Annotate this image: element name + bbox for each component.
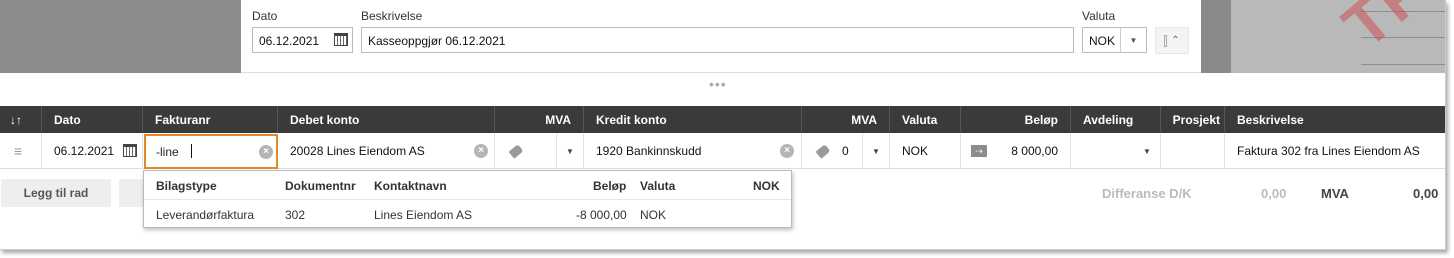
option-currency: NOK	[640, 208, 667, 222]
currency-column-header[interactable]: Valuta	[890, 106, 961, 133]
debit-vat-column-header[interactable]: MVA	[495, 106, 584, 133]
amount-value: 8 000,00	[1011, 144, 1058, 158]
project-column-header[interactable]: Prosjekt	[1161, 106, 1225, 133]
department-cell[interactable]: ▼	[1071, 133, 1161, 169]
description-cell-value: Faktura 302 fra Lines Eiendom AS	[1237, 144, 1420, 158]
description-cell[interactable]: Faktura 302 fra Lines Eiendom AS	[1225, 133, 1445, 169]
clear-icon[interactable]: ×	[259, 145, 273, 159]
sort-column-header[interactable]: ↓↑	[0, 106, 42, 133]
date-field[interactable]: 06.12.2021	[252, 27, 353, 53]
dropdown-header-amount: Beløp	[593, 179, 627, 193]
document-preview[interactable]: TF	[1231, 0, 1445, 73]
drag-handle-icon[interactable]: •••	[709, 76, 727, 92]
option-amount: -8 000,00	[576, 208, 627, 222]
tag-icon	[815, 144, 831, 159]
invoice-column-header[interactable]: Fakturanr	[143, 106, 278, 133]
option-doc: 302	[285, 208, 306, 222]
preview-divider	[1201, 0, 1231, 73]
grid-header: ↓↑ Dato Fakturanr Debet konto MVA Kredit…	[0, 106, 1445, 133]
debit-account-column-header[interactable]: Debet konto	[278, 106, 495, 133]
panel-icon	[1164, 34, 1168, 47]
credit-account-cell[interactable]: 1920 Bankinnskudd ×	[584, 133, 802, 169]
left-panel	[0, 0, 241, 73]
currency-cell[interactable]: NOK	[890, 133, 961, 169]
project-cell[interactable]	[1161, 133, 1225, 169]
option-contact: Lines Eiendom AS	[374, 208, 473, 222]
credit-vat-dropdown[interactable]: ▼	[863, 133, 890, 169]
vat-total-label: MVA	[1321, 186, 1349, 201]
calendar-icon[interactable]	[334, 33, 348, 46]
caret-down-icon: ▼	[1120, 27, 1146, 53]
debit-account-value: 20028 Lines Eiendom AS	[290, 144, 425, 158]
clear-icon[interactable]: ×	[474, 144, 488, 158]
invoice-suggestion-dropdown: Bilagstype Dokumentnr Kontaktnavn Beløp …	[143, 170, 792, 228]
add-row-button[interactable]: Legg til rad	[1, 179, 111, 207]
dropdown-header-nok: NOK	[753, 179, 780, 193]
credit-vat-cell[interactable]: 0	[802, 133, 863, 169]
arrow-right-icon[interactable]: ⇢	[971, 145, 987, 157]
invoice-search-input[interactable]: -line ×	[144, 134, 278, 169]
date-label: Dato	[252, 9, 278, 23]
collapse-icon: ⌃	[1171, 35, 1180, 46]
debit-account-cell[interactable]: 20028 Lines Eiendom AS ×	[278, 133, 495, 169]
date-column-header[interactable]: Dato	[42, 106, 143, 133]
calendar-icon[interactable]	[123, 144, 137, 157]
debit-vat-dropdown[interactable]: ▼	[557, 133, 584, 169]
credit-account-value: 1920 Bankinnskudd	[596, 144, 702, 158]
department-column-header[interactable]: Avdeling	[1071, 106, 1161, 133]
dropdown-header-currency: Valuta	[640, 179, 676, 193]
currency-label: Valuta	[1082, 9, 1116, 23]
difference-value: 0,00	[1261, 186, 1287, 201]
credit-vat-value: 0	[842, 144, 849, 158]
debit-vat-cell[interactable]	[495, 133, 557, 169]
vat-total-value: 0,00	[1413, 186, 1439, 201]
description-label: Beskrivelse	[361, 9, 423, 23]
row-drag-handle-icon[interactable]: ≡	[0, 133, 42, 169]
voucher-header-form: Dato 06.12.2021 Beskrivelse Kasseoppgjør…	[241, 0, 1201, 73]
currency-select[interactable]: NOK ▼	[1082, 27, 1147, 53]
amount-cell[interactable]: ⇢ 8 000,00	[961, 133, 1071, 169]
row-date-cell[interactable]: 06.12.2021	[42, 133, 143, 169]
text-cursor	[191, 144, 192, 158]
credit-account-column-header[interactable]: Kredit konto	[584, 106, 802, 133]
dropdown-header-doc: Dokumentnr	[285, 179, 356, 193]
difference-label: Differanse D/K	[1102, 186, 1192, 201]
caret-down-icon: ▼	[1143, 147, 1151, 156]
dropdown-header: Bilagstype Dokumentnr Kontaktnavn Beløp …	[144, 171, 791, 200]
date-value: 06.12.2021	[259, 34, 320, 48]
option-type: Leverandørfaktura	[156, 208, 255, 222]
currency-value: NOK	[1089, 34, 1116, 48]
tag-icon	[508, 144, 524, 159]
credit-vat-column-header[interactable]: MVA	[802, 106, 890, 133]
caret-down-icon: ▼	[566, 147, 574, 156]
description-field[interactable]: Kasseoppgjør 06.12.2021	[361, 27, 1074, 53]
collapse-button[interactable]: ⌃	[1155, 27, 1189, 54]
clear-icon[interactable]: ×	[780, 144, 794, 158]
dropdown-header-type: Bilagstype	[156, 179, 217, 193]
dropdown-option[interactable]: Leverandørfaktura 302 Lines Eiendom AS -…	[144, 200, 791, 229]
dropdown-header-contact: Kontaktnavn	[374, 179, 447, 193]
voucher-window: Dato 06.12.2021 Beskrivelse Kasseoppgjør…	[0, 0, 1446, 250]
invoice-search-value: -line	[156, 145, 179, 159]
currency-cell-value: NOK	[902, 144, 929, 158]
description-value: Kasseoppgjør 06.12.2021	[368, 34, 506, 48]
row-date-value: 06.12.2021	[54, 144, 115, 158]
caret-down-icon: ▼	[872, 147, 880, 156]
stamp-graphic: TF	[1329, 0, 1439, 62]
amount-column-header[interactable]: Beløp	[961, 106, 1071, 133]
description-column-header[interactable]: Beskrivelse	[1225, 106, 1445, 133]
